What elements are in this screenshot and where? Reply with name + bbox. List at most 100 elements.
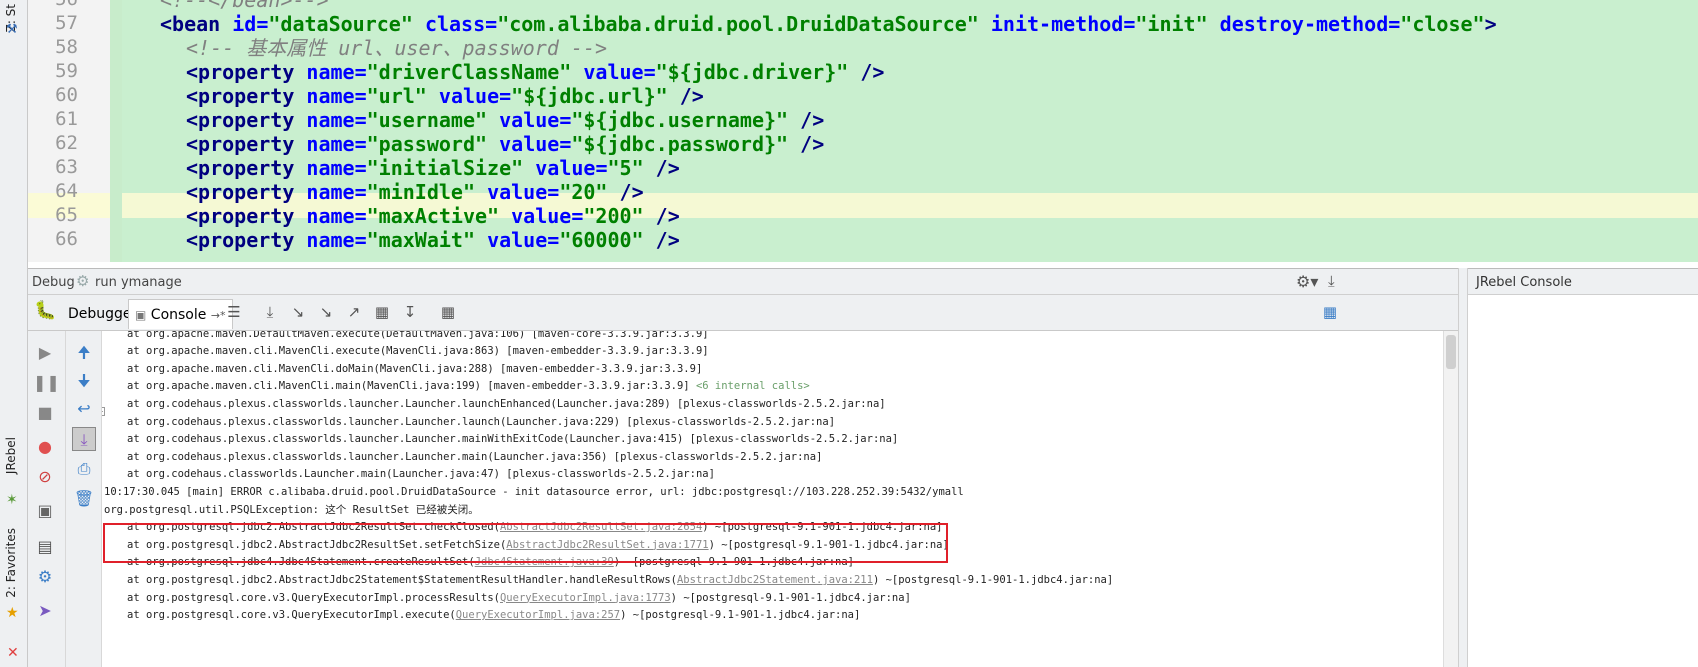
code-line-bean[interactable]: <bean id="dataSource" class="com.alibaba… [160,12,1497,37]
self-close: /> [655,204,680,228]
jrebel-icon[interactable]: ✶ [6,492,18,508]
code-line-property[interactable]: <property name="username" value="${jdbc.… [186,108,824,133]
down-arrow-icon[interactable]: 🠋 [72,369,96,393]
attr-destroy-value: "close" [1400,12,1485,36]
line-number: 64 [55,180,78,202]
jrebel-tool-label[interactable]: JRebel [4,437,18,474]
pin-icon[interactable]: ➤ [33,599,57,623]
drop-frame-icon[interactable]: ▦ [372,302,392,322]
self-close: /> [800,108,825,132]
step-out-icon[interactable]: ↗ [344,302,364,322]
scrollbar-thumb[interactable] [1446,335,1456,369]
console-line-text: at org.apache.maven.cli.MavenCli.execute… [127,345,709,358]
console-actions-sidebar: 🠉 🠋 ↩ ⤓ ⎙ 🗑 [66,331,102,667]
panel-splitter[interactable] [1458,268,1468,667]
console-output[interactable]: at org.apache.maven.DefaultMaven.doExecu… [102,331,1458,667]
code-line-property[interactable]: <property name="password" value="${jdbc.… [186,132,824,157]
evaluate-icon[interactable]: ▦ [438,302,458,322]
source-link[interactable]: QueryExecutorImpl.java:1773 [500,592,671,604]
up-arrow-icon[interactable]: 🠉 [72,341,96,365]
run-config-name[interactable]: run ymanage [95,275,182,290]
debug-icon[interactable]: 🐛 [34,300,56,321]
internal-calls-fold[interactable]: <6 internal calls> [696,380,810,392]
attr-name: name= [306,156,367,180]
line-number: 62 [55,132,78,154]
show-execution-point-icon[interactable]: ☰ [224,302,244,322]
hide-icon[interactable]: ⤓ [1328,272,1335,290]
line-number: 56 [28,0,78,10]
resume-icon[interactable]: ▶ [33,341,57,365]
scroll-to-end-icon[interactable]: ⤓ [72,427,96,451]
code-line-property[interactable]: <property name="minIdle" value="20" /> [186,180,644,205]
trash-icon[interactable]: 🗑 [72,487,96,511]
property-name-value: "url" [366,84,427,108]
favorites-star-icon[interactable]: ★ [6,605,19,621]
bean-tag-close: > [1484,12,1497,36]
source-link[interactable]: QueryExecutorImpl.java:257 [456,609,620,621]
attr-name: name= [306,204,367,228]
pause-icon[interactable]: ❚❚ [33,371,60,395]
console-line: at org.codehaus.classworlds.Launcher.mai… [127,465,715,484]
tab-console[interactable]: ▣ Console →* [128,299,233,329]
attr-name: name= [306,180,367,204]
console-line-text: at org.postgresql.core.v3.QueryExecutorI… [127,609,456,622]
console-line-text: ) ~[postgresql-9.1-901-1.jdbc4.jar:na] [620,609,861,622]
soft-wrap-icon[interactable]: ↩ [72,397,96,421]
debug-actions-sidebar: ▶ ❚❚ ■ ● ⊘ ▣ ▤ ⚙ ➤ [28,331,66,667]
step-over-icon[interactable]: ⤓ [260,302,280,322]
console-line-text: at org.postgresql.jdbc2.AbstractJdbc2Sta… [127,574,677,586]
attr-value: value= [487,228,560,252]
console-line: at org.codehaus.plexus.classworlds.launc… [127,395,886,414]
force-step-into-icon[interactable]: ↘ [316,302,336,322]
line-number: 63 [55,156,78,178]
stop-icon[interactable]: ■ [33,401,57,425]
vcs-change-marker[interactable] [110,0,122,262]
jrebel-console-header[interactable]: JRebel Console [1468,268,1698,295]
code-line-property[interactable]: <property name="maxWait" value="60000" /… [186,228,680,253]
attr-value: value= [511,204,584,228]
property-tag: <property [186,180,295,204]
console-error-line: org.postgresql.util.PSQLException: 这个 Re… [104,501,479,520]
debug-label[interactable]: Debug [32,275,75,290]
debug-tab-row: 🐛 Debugger ▣ Console →* ☰ ⤓ ↘ ↘ ↗ ▦ ↧ ▦ … [28,295,1458,331]
layout-icon[interactable]: ▦ [1320,302,1340,322]
self-close: /> [655,156,680,180]
close-icon[interactable]: ✕ [7,645,19,661]
mute-icon[interactable]: ⊘ [33,465,57,489]
left-tool-strip: Z: St ⚒ JRebel ✶ 2: Favorites ★ ✕ [0,0,28,667]
self-close: /> [655,228,680,252]
console-line-text: at org.codehaus.plexus.classworlds.launc… [127,398,886,410]
favorites-tool-label[interactable]: 2: Favorites [4,528,18,598]
code-line-property[interactable]: <property name="maxActive" value="200" /… [186,204,680,229]
code-line-property[interactable]: <property name="driverClassName" value="… [186,60,884,85]
breakpoints-icon[interactable]: ● [33,435,57,459]
property-name-value: "driverClassName" [366,60,572,84]
attr-value: value= [583,60,656,84]
code-line-property[interactable]: <property name="url" value="${jdbc.url}"… [186,84,704,109]
console-line-text: at org.apache.maven.cli.MavenCli.doMain(… [127,362,703,375]
property-tag: <property [186,204,295,228]
property-name-value: "initialSize" [366,156,524,180]
console-line: at org.apache.maven.cli.MavenCli.doMain(… [127,360,702,379]
expand-fold-icon[interactable]: + [102,407,105,416]
run-to-cursor-icon[interactable]: ↧ [400,302,420,322]
property-tag: <property [186,60,295,84]
settings-icon[interactable]: ⚙ [33,565,57,589]
tab-debugger-label: Debugger [68,306,138,322]
source-link[interactable]: AbstractJdbc2Statement.java:211 [677,574,873,586]
structure-icon[interactable]: ⚒ [6,22,18,37]
jrebel-console-panel[interactable] [1468,295,1698,667]
step-into-icon[interactable]: ↘ [288,302,308,322]
console-line: at org.postgresql.core.v3.QueryExecutorI… [127,606,860,625]
console-line: at org.codehaus.plexus.classworlds.launc… [127,430,898,449]
console-scrollbar[interactable] [1443,331,1458,667]
code-comment[interactable]: <!-- 基本属性 url、user、password --> [186,36,607,61]
print-icon[interactable]: ⎙ [72,457,96,481]
line-number: 59 [55,60,78,82]
property-value-value: "${jdbc.url}" [511,84,668,108]
console-line-text: at org.codehaus.plexus.classworlds.launc… [127,450,823,463]
camera-icon[interactable]: ▣ [33,499,57,523]
code-line-property[interactable]: <property name="initialSize" value="5" /… [186,156,680,181]
restore-layout-icon[interactable]: ▤ [33,535,57,559]
settings-icon[interactable]: ⚙▾ [1296,272,1318,291]
